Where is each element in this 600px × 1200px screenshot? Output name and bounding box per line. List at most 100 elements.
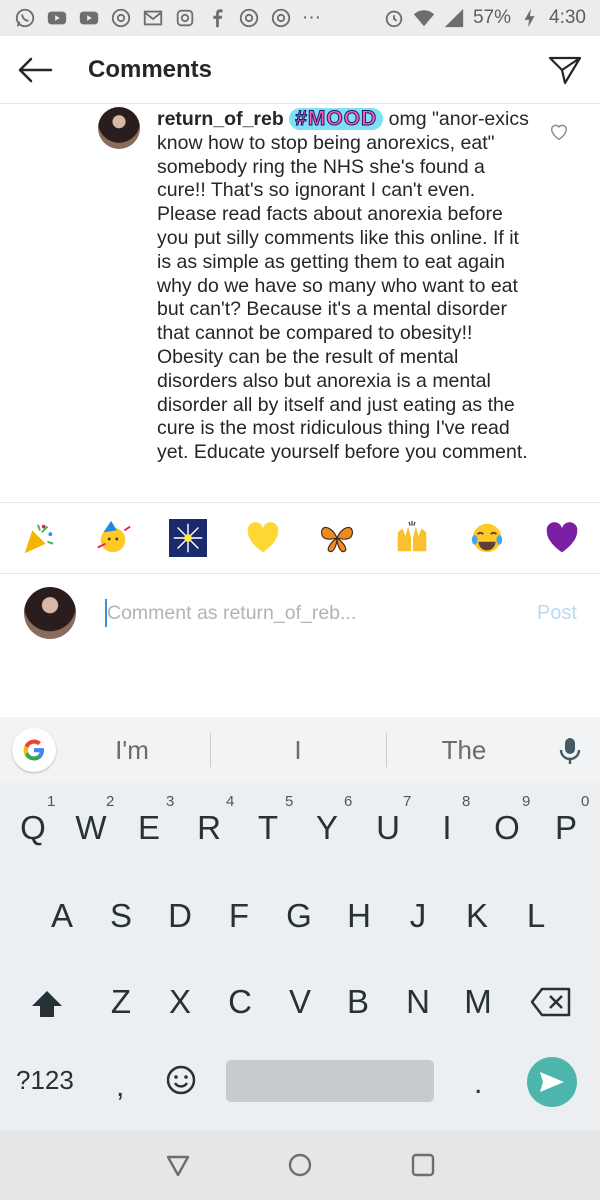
- key-number-hint: 6: [344, 793, 353, 810]
- gmail-icon: [142, 7, 164, 29]
- key-number-hint: 2: [106, 793, 115, 810]
- period-key[interactable]: .: [474, 1067, 482, 1101]
- key-s[interactable]: S: [93, 897, 149, 935]
- key-w[interactable]: W: [63, 809, 119, 847]
- chrome-icon: [110, 7, 132, 29]
- chrome-icon: [270, 7, 292, 29]
- symbols-key[interactable]: ?123: [16, 1065, 74, 1096]
- signal-icon: [443, 7, 465, 29]
- key-d[interactable]: D: [152, 897, 208, 935]
- key-number-hint: 0: [581, 793, 590, 810]
- key-u[interactable]: U: [360, 809, 416, 847]
- key-c[interactable]: C: [212, 983, 268, 1021]
- smiley-icon: [166, 1065, 196, 1095]
- shift-key[interactable]: [30, 989, 66, 1025]
- emoji-key[interactable]: [165, 1064, 197, 1096]
- more-notifications: ···: [302, 7, 321, 28]
- key-b[interactable]: B: [330, 983, 386, 1021]
- recents-square-icon[interactable]: [410, 1152, 436, 1178]
- yellow-heart-emoji[interactable]: [243, 518, 283, 558]
- purple-heart-emoji[interactable]: [542, 518, 582, 558]
- comment-composer: Post: [0, 575, 600, 717]
- wifi-icon: [413, 7, 435, 29]
- facebook-icon: [206, 7, 228, 29]
- spacebar[interactable]: [226, 1060, 434, 1102]
- user-avatar: [24, 587, 76, 639]
- comment: return_of_reb #MOOD omg "anor-exics know…: [157, 107, 535, 465]
- microphone-icon[interactable]: [558, 737, 582, 765]
- comment-input[interactable]: [107, 599, 487, 627]
- home-circle-icon[interactable]: [287, 1152, 313, 1178]
- key-number-hint: 8: [462, 793, 471, 810]
- key-m[interactable]: M: [450, 983, 506, 1021]
- key-z[interactable]: Z: [93, 983, 149, 1021]
- suggestion-divider: [210, 733, 211, 767]
- party-face-emoji[interactable]: [93, 518, 133, 558]
- key-a[interactable]: A: [34, 897, 90, 935]
- key-x[interactable]: X: [152, 983, 208, 1021]
- shift-icon: [32, 991, 62, 1017]
- google-button[interactable]: [12, 728, 56, 772]
- key-h[interactable]: H: [331, 897, 387, 935]
- clock: 4:30: [549, 7, 586, 28]
- youtube-icon: [78, 7, 100, 29]
- key-r[interactable]: R: [181, 809, 237, 847]
- comma-key[interactable]: ,: [116, 1070, 124, 1104]
- backspace-key[interactable]: [530, 987, 574, 1021]
- back-triangle-icon[interactable]: [165, 1152, 191, 1178]
- paper-plane-icon: [548, 56, 582, 84]
- key-number-hint: 4: [226, 793, 235, 810]
- send-key[interactable]: [527, 1057, 577, 1107]
- key-o[interactable]: O: [479, 809, 535, 847]
- raising-hands-emoji[interactable]: [392, 518, 432, 558]
- chrome-icon: [238, 7, 260, 29]
- mood-sticker: #MOOD: [289, 107, 384, 130]
- key-n[interactable]: N: [390, 983, 446, 1021]
- suggestion-1[interactable]: I'm: [72, 735, 192, 766]
- key-k[interactable]: K: [449, 897, 505, 935]
- key-g[interactable]: G: [271, 897, 327, 935]
- key-number-hint: 1: [47, 793, 56, 810]
- key-v[interactable]: V: [272, 983, 328, 1021]
- key-y[interactable]: Y: [299, 809, 355, 847]
- send-arrow-icon: [540, 1072, 564, 1092]
- heart-icon: [550, 124, 568, 141]
- header: Comments: [0, 36, 600, 104]
- post-button[interactable]: Post: [537, 602, 577, 625]
- key-t[interactable]: T: [240, 809, 296, 847]
- like-button[interactable]: [548, 121, 570, 143]
- key-number-hint: 3: [166, 793, 175, 810]
- back-button[interactable]: [0, 36, 70, 104]
- key-l[interactable]: L: [508, 897, 564, 935]
- whatsapp-icon: [14, 7, 36, 29]
- keyboard: I'm I The Q1W2E3R4T5Y6U7I8O9P0 ASDFGHJKL…: [0, 717, 600, 1130]
- butterfly-emoji[interactable]: [317, 518, 357, 558]
- tears-of-joy-emoji[interactable]: [467, 518, 507, 558]
- key-i[interactable]: I: [419, 809, 475, 847]
- youtube-icon: [46, 7, 68, 29]
- google-icon: [23, 739, 44, 761]
- key-number-hint: 7: [403, 793, 412, 810]
- key-j[interactable]: J: [390, 897, 446, 935]
- emoji-quick-bar: [0, 502, 600, 574]
- backspace-icon: [530, 987, 571, 1017]
- key-number-hint: 9: [522, 793, 531, 810]
- page-title: Comments: [88, 55, 213, 83]
- battery-percent: 57%: [472, 7, 512, 28]
- key-e[interactable]: E: [121, 809, 177, 847]
- share-button[interactable]: [530, 36, 600, 104]
- comment-username[interactable]: return_of_reb: [157, 108, 284, 130]
- party-popper-emoji[interactable]: [18, 518, 58, 558]
- key-f[interactable]: F: [211, 897, 267, 935]
- key-q[interactable]: Q: [5, 809, 61, 847]
- sparkler-emoji[interactable]: [168, 518, 208, 558]
- key-p[interactable]: P: [538, 809, 594, 847]
- suggestion-3[interactable]: The: [404, 735, 524, 766]
- charging-icon: [519, 7, 541, 29]
- status-bar: ··· 57% 4:30: [0, 0, 600, 36]
- suggestion-strip: I'm I The: [0, 717, 600, 783]
- notification-icons: ···: [14, 7, 383, 29]
- navigation-bar: [0, 1130, 600, 1200]
- suggestion-2[interactable]: I: [238, 735, 358, 766]
- avatar[interactable]: [98, 107, 140, 149]
